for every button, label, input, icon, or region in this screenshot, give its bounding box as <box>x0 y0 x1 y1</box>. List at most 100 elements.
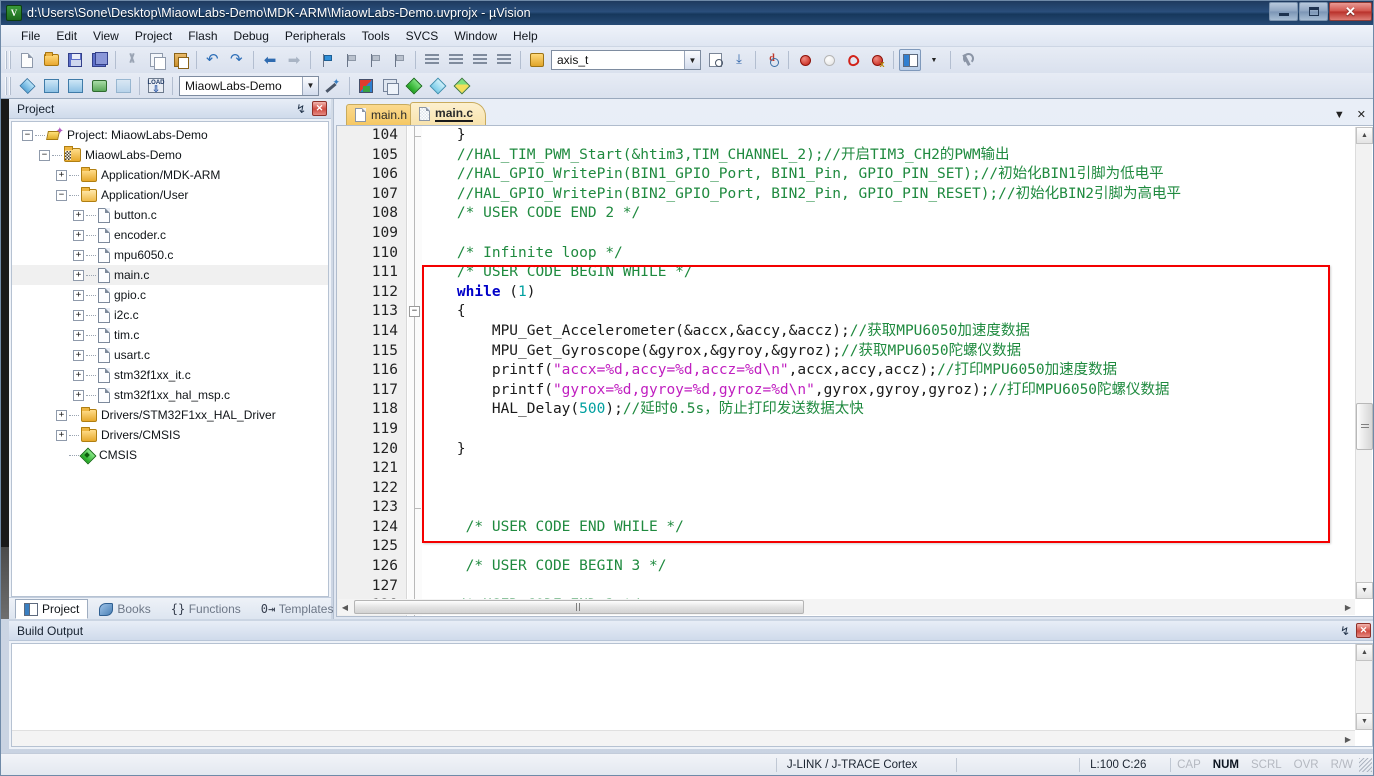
editor-tab-list-dropdown[interactable]: ▼ <box>1334 109 1345 121</box>
code-line[interactable] <box>422 420 1355 440</box>
editor-horizontal-scrollbar[interactable]: ◀ ▶ <box>338 599 1355 615</box>
code-line[interactable]: HAL_Delay(500);//延时0.5s，防止打印发送数据太快 <box>422 400 1355 420</box>
editor-tab-main-c[interactable]: main.c <box>410 102 487 125</box>
code-line[interactable]: } <box>422 126 1355 146</box>
project-tree[interactable]: − Project: MiaowLabs-Demo − MiaowLabs-Demo +… <box>11 121 329 597</box>
code-line[interactable] <box>422 459 1355 479</box>
build-target-button[interactable] <box>40 75 62 97</box>
tree-toggle-icon[interactable]: + <box>73 369 84 381</box>
pin-icon[interactable]: ↯ <box>1337 623 1353 639</box>
scroll-down-button[interactable]: ▼ <box>1356 713 1373 730</box>
tree-item[interactable]: + tim.c <box>12 325 328 345</box>
tree-item[interactable]: + encoder.c <box>12 225 328 245</box>
maximize-button[interactable] <box>1299 2 1328 21</box>
code-line[interactable]: /* Infinite loop */ <box>422 244 1355 264</box>
cut-button[interactable] <box>121 49 143 71</box>
tree-item[interactable]: + Drivers/STM32F1xx_HAL_Driver <box>12 405 328 425</box>
tree-toggle-icon[interactable]: + <box>73 289 84 301</box>
code-line[interactable]: printf("accx=%d,accy=%d,accz=%d\n",accx,… <box>422 361 1355 381</box>
code-line[interactable]: /* USER CODE END 2 */ <box>422 204 1355 224</box>
tree-toggle-icon[interactable]: − <box>56 189 67 201</box>
menu-debug[interactable]: Debug <box>226 27 277 45</box>
vertical-scroll-thumb[interactable] <box>1356 403 1373 450</box>
batch-build-button[interactable] <box>88 75 110 97</box>
menu-help[interactable]: Help <box>505 27 546 45</box>
toggle-bookmark-button[interactable] <box>316 49 338 71</box>
window-layout-button[interactable] <box>899 49 921 71</box>
target-select-combo[interactable]: MiaowLabs-Demo ▼ <box>179 75 319 96</box>
clear-bookmarks-button[interactable] <box>388 49 410 71</box>
tree-item[interactable]: + main.c <box>12 265 328 285</box>
open-file-button[interactable] <box>40 49 62 71</box>
code-line[interactable]: MPU_Get_Accelerometer(&accx,&accy,&accz)… <box>422 322 1355 342</box>
uncomment-button[interactable] <box>493 49 515 71</box>
toolbar-grip[interactable] <box>5 76 12 95</box>
manage-project-items-button[interactable] <box>379 75 401 97</box>
editor-tab-main-h[interactable]: main.h <box>346 104 421 125</box>
menu-tools[interactable]: Tools <box>354 27 398 45</box>
tree-item[interactable]: − Application/User <box>12 185 328 205</box>
tree-toggle-icon[interactable]: + <box>73 269 84 281</box>
scroll-right-button[interactable]: ▶ <box>1341 731 1355 747</box>
code-line[interactable]: /* USER CODE BEGIN WHILE */ <box>422 263 1355 283</box>
tree-item[interactable]: − MiaowLabs-Demo <box>12 145 328 165</box>
code-line[interactable]: /* USER CODE END WHILE */ <box>422 518 1355 538</box>
stop-build-button[interactable] <box>112 75 134 97</box>
translate-button[interactable] <box>16 75 38 97</box>
code-editor[interactable]: 104 105 106 107 108 109 110 111 112 113 114 115 116 1… <box>336 125 1373 617</box>
pin-icon[interactable]: ↯ <box>293 101 309 117</box>
tree-toggle-icon[interactable]: + <box>56 169 67 181</box>
copy-button[interactable] <box>145 49 167 71</box>
find-in-files-button[interactable] <box>704 49 726 71</box>
menu-flash[interactable]: Flash <box>180 27 225 45</box>
tree-toggle-icon[interactable]: + <box>73 249 84 261</box>
save-button[interactable] <box>64 49 86 71</box>
tree-toggle-icon[interactable]: + <box>73 229 84 241</box>
pack-installer-button[interactable] <box>403 75 425 97</box>
menu-view[interactable]: View <box>85 27 127 45</box>
chevron-down-icon[interactable]: ▼ <box>302 76 318 95</box>
tree-item[interactable]: − Project: MiaowLabs-Demo <box>12 125 328 145</box>
prev-bookmark-button[interactable] <box>340 49 362 71</box>
project-panel-close-icon[interactable]: ✕ <box>312 101 327 116</box>
scroll-down-button[interactable]: ▼ <box>1356 582 1373 599</box>
disable-breakpoint-button[interactable] <box>818 49 840 71</box>
symbol-search-combo[interactable]: axis_t ▼ <box>551 50 701 70</box>
build-output-vertical-scrollbar[interactable]: ▲ ▼ <box>1355 644 1373 730</box>
menu-edit[interactable]: Edit <box>48 27 85 45</box>
disable-all-breakpoints-button[interactable] <box>842 49 864 71</box>
chevron-down-icon[interactable]: ▼ <box>684 51 700 69</box>
tree-item[interactable]: + i2c.c <box>12 305 328 325</box>
code-line[interactable]: //HAL_GPIO_WritePin(BIN1_GPIO_Port, BIN1… <box>422 165 1355 185</box>
comment-button[interactable] <box>469 49 491 71</box>
scroll-right-button[interactable]: ▶ <box>1341 599 1355 615</box>
select-target-wizard-button[interactable] <box>322 75 344 97</box>
code-line[interactable]: while (1) <box>422 283 1355 303</box>
tab-books[interactable]: Books <box>90 599 159 619</box>
tree-item[interactable]: + stm32f1xx_it.c <box>12 365 328 385</box>
tree-toggle-icon[interactable]: + <box>73 209 84 221</box>
start-debug-button[interactable]: d <box>761 49 783 71</box>
select-software-packs-button[interactable] <box>451 75 473 97</box>
menu-file[interactable]: File <box>13 27 48 45</box>
paste-button[interactable] <box>169 49 191 71</box>
configuration-wizard-button[interactable] <box>956 49 978 71</box>
tree-toggle-icon[interactable]: − <box>39 149 50 161</box>
code-line[interactable] <box>422 479 1355 499</box>
insert-symbol-button[interactable]: ⤓ <box>728 49 750 71</box>
save-all-button[interactable] <box>88 49 110 71</box>
download-button[interactable]: LOAD ⇩ <box>145 75 167 97</box>
tab-project[interactable]: Project <box>15 599 89 619</box>
undo-button[interactable]: ↶ <box>202 49 224 71</box>
tree-item[interactable]: + gpio.c <box>12 285 328 305</box>
open-symbol-button[interactable] <box>526 49 548 71</box>
window-layout-dropdown[interactable]: ▼ <box>923 49 945 71</box>
menu-window[interactable]: Window <box>446 27 505 45</box>
code-line[interactable]: MPU_Get_Gyroscope(&gyrox,&gyroy,&gyroz);… <box>422 342 1355 362</box>
close-button[interactable]: ✕ <box>1329 2 1372 21</box>
scroll-up-button[interactable]: ▲ <box>1356 644 1373 661</box>
manage-run-time-button[interactable] <box>427 75 449 97</box>
tree-item[interactable]: + Application/MDK-ARM <box>12 165 328 185</box>
tree-item[interactable]: + stm32f1xx_hal_msp.c <box>12 385 328 405</box>
code-line[interactable]: printf("gyrox=%d,gyroy=%d,gyroz=%d\n",gy… <box>422 381 1355 401</box>
